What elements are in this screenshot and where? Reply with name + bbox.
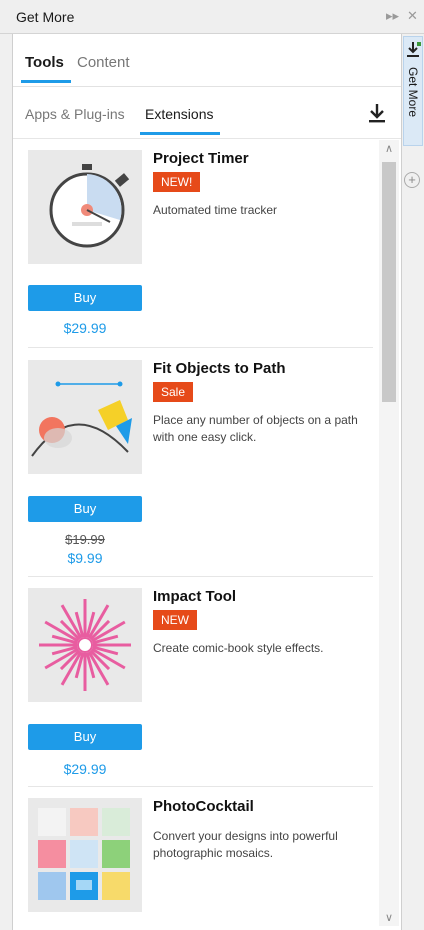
divider bbox=[28, 347, 373, 348]
item-price: $9.99 bbox=[67, 550, 103, 566]
divider bbox=[28, 576, 373, 577]
mosaic-icon[interactable] bbox=[28, 798, 142, 912]
burst-center bbox=[77, 637, 93, 653]
download-icon[interactable] bbox=[367, 102, 387, 124]
new-badge: NEW! bbox=[153, 172, 201, 192]
title-bar: Get More ▸▸ ✕ bbox=[0, 0, 424, 34]
item-description: Convert your designs into powerful photo… bbox=[153, 829, 338, 860]
pin-icon[interactable]: ▸▸ bbox=[386, 8, 399, 24]
item-price: $29.99 bbox=[63, 761, 107, 777]
extensions-list: Project Timer NEW! Automated time tracke… bbox=[13, 140, 379, 930]
get-more-panel: Tools Content Apps & Plug-ins Extensions bbox=[12, 34, 402, 930]
tab-extensions-underline bbox=[140, 132, 220, 135]
item-description: Automated time tracker bbox=[153, 203, 278, 217]
buy-button[interactable]: Buy bbox=[28, 724, 142, 750]
scroll-thumb[interactable] bbox=[382, 162, 396, 402]
scroll-up-icon[interactable]: ∧ bbox=[379, 142, 399, 155]
tab-tools[interactable]: Tools bbox=[25, 54, 64, 71]
plus-circle-icon[interactable]: + bbox=[404, 172, 420, 188]
item-description: Create comic-book style effects. bbox=[153, 641, 324, 655]
item-name: Project Timer bbox=[153, 150, 249, 167]
buy-button[interactable]: Buy bbox=[28, 496, 142, 522]
close-icon[interactable]: ✕ bbox=[407, 8, 418, 24]
item-description: Place any number of objects on a path wi… bbox=[153, 413, 358, 444]
original-price: $19.99 bbox=[65, 532, 105, 547]
buy-button[interactable]: Buy bbox=[28, 285, 142, 311]
window-title: Get More bbox=[16, 9, 75, 25]
sale-badge: Sale bbox=[153, 382, 194, 402]
stopwatch-icon[interactable] bbox=[28, 150, 142, 264]
tab-extensions[interactable]: Extensions bbox=[145, 106, 213, 122]
dock-tab-get-more[interactable]: Get More bbox=[403, 36, 423, 146]
download-icon bbox=[407, 42, 421, 57]
scroll-down-icon[interactable]: ∨ bbox=[379, 911, 399, 924]
curve-path-icon[interactable] bbox=[28, 360, 142, 474]
side-dock: Get More + bbox=[402, 34, 424, 930]
primary-tabs: Tools Content bbox=[13, 34, 401, 87]
dock-tab-label: Get More bbox=[406, 67, 420, 118]
tab-tools-underline bbox=[21, 80, 71, 83]
item-name: PhotoCocktail bbox=[153, 798, 254, 815]
secondary-tabs: Apps & Plug-ins Extensions bbox=[13, 86, 401, 139]
tab-content[interactable]: Content bbox=[77, 54, 130, 71]
starburst-icon[interactable] bbox=[28, 588, 142, 702]
scrollbar[interactable]: ∧ ∨ bbox=[379, 140, 399, 926]
item-price: $29.99 bbox=[63, 320, 107, 336]
divider bbox=[28, 786, 373, 787]
item-name: Fit Objects to Path bbox=[153, 360, 286, 377]
new-badge: NEW bbox=[153, 610, 197, 630]
tab-apps-plugins[interactable]: Apps & Plug-ins bbox=[25, 106, 125, 122]
item-name: Impact Tool bbox=[153, 588, 237, 605]
